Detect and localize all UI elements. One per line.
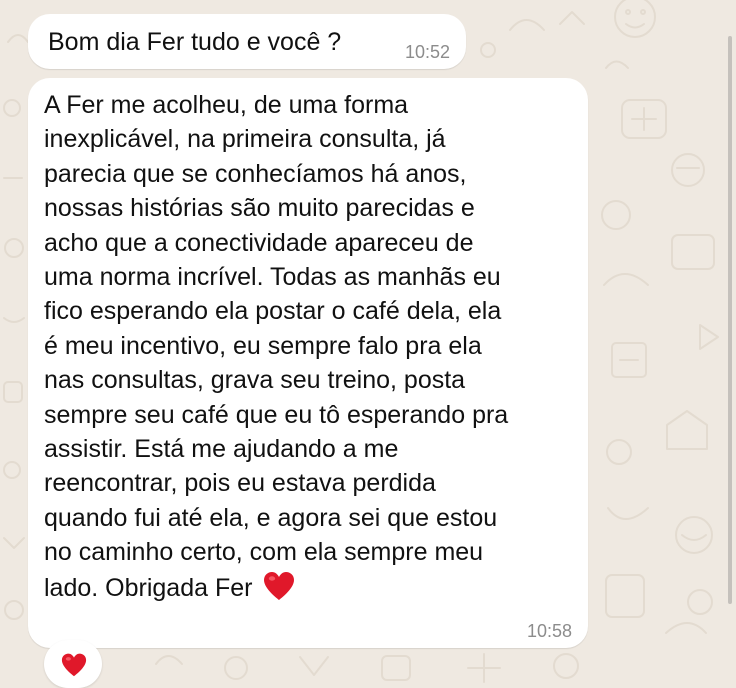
message-text-line: inexplicável, na primeira consulta, já: [44, 125, 446, 154]
message-text-line: A Fer me acolheu, de uma forma: [44, 91, 409, 119]
message-text-line: quando fui até ela, e agora sei que esto…: [44, 503, 498, 532]
message-text-line: é meu incentivo, eu sempre falo pra ela: [44, 331, 482, 360]
message-text-line: nas consultas, grava seu treino, posta: [44, 366, 466, 395]
scrollbar[interactable]: [728, 36, 732, 604]
reaction-badge[interactable]: [44, 640, 102, 688]
message-text: A Fer me acolheu, de uma forma inexplicá…: [44, 88, 508, 605]
message-timestamp: 10:52: [404, 42, 450, 62]
message-text-line: Bom dia Fer tudo e você ?: [48, 28, 342, 56]
message-bubble[interactable]: Bom dia Fer tudo e você ? 10:52: [28, 14, 466, 69]
red-heart-icon: [61, 653, 87, 677]
red-heart-icon: [264, 571, 295, 600]
message-text-line: parecia que se conhecíamos há anos,: [44, 159, 467, 188]
message-text-line: assistir. Está me ajudando a me: [44, 435, 399, 464]
message-text-line: uma norma incrível. Todas as manhãs eu: [44, 263, 501, 292]
message-last-line: lado. Obrigada Fer: [44, 570, 508, 605]
message-text-line: sempre seu café que eu tô esperando pra: [44, 400, 509, 429]
message-timestamp: 10:58: [526, 621, 572, 641]
message-text-line: no caminho certo, com ela sempre meu: [44, 538, 484, 567]
message-text-line: acho que a conectividade apareceu de: [44, 228, 474, 257]
message-text-line: nossas histórias são muito parecidas e: [44, 194, 475, 223]
message-text-line: reencontrar, pois eu estava perdida: [44, 469, 436, 498]
message-text-line: lado. Obrigada Fer: [44, 573, 253, 602]
message-text: Bom dia Fer tudo e você ?: [48, 25, 341, 59]
message-bubble[interactable]: A Fer me acolheu, de uma forma inexplicá…: [28, 78, 588, 648]
message-text-line: fico esperando ela postar o café dela, e…: [44, 297, 502, 326]
